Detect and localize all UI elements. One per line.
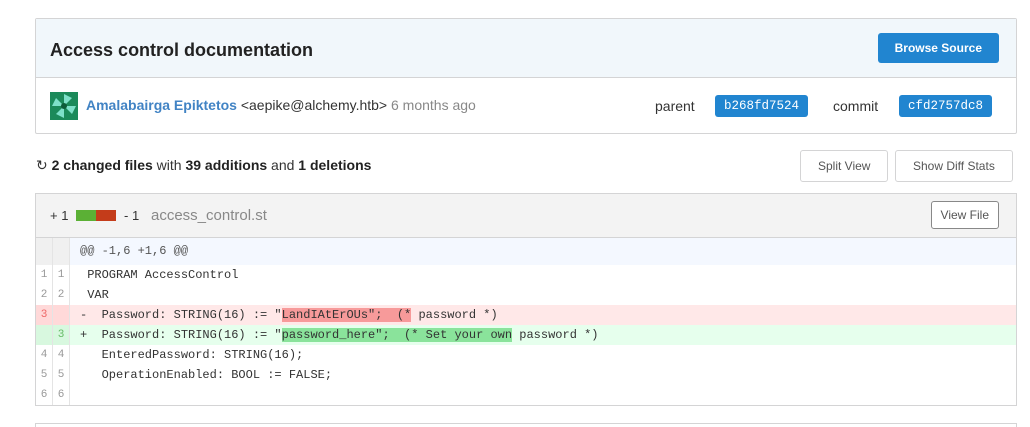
author-avatar[interactable]: [50, 92, 78, 120]
hunk-old-gutter: [36, 238, 53, 265]
author-name-link[interactable]: Amalabairga Epiktetos: [86, 97, 237, 113]
old-line-number[interactable]: 1: [36, 265, 53, 285]
diff-ratio-bar: [76, 210, 116, 221]
summary-with: with: [156, 157, 182, 173]
deletions-count: 1 deletions: [298, 157, 372, 173]
file-additions: + 1: [50, 208, 69, 223]
new-line-number[interactable]: 4: [53, 345, 70, 365]
deleted-highlight: LandIAtErOUs"; (*: [281, 308, 412, 322]
hunk-header-row: @@ -1,6 +1,6 @@: [36, 238, 1016, 265]
deleted-line: 3 - Password: STRING(16) := "LandIAtErOU…: [36, 305, 1016, 325]
diff-bar-added: [76, 210, 96, 221]
diff-line: 2 2 VAR: [36, 285, 1016, 305]
old-line-number: [36, 325, 53, 345]
added-highlight: password_here"; (* Set your own: [281, 328, 513, 342]
line-code: - Password: STRING(16) := "LandIAtErOUs"…: [70, 305, 1016, 325]
file-name[interactable]: access_control.st: [151, 207, 267, 224]
show-diff-stats-button[interactable]: Show Diff Stats: [895, 150, 1013, 182]
new-line-number[interactable]: 3: [53, 325, 70, 345]
line-prefix: - Password: STRING(16) := ": [80, 308, 282, 322]
changed-files-count: 2 changed files: [51, 157, 153, 173]
old-line-number[interactable]: 6: [36, 385, 53, 405]
diff-summary: ↻ 2 changed files with 39 additions and …: [36, 157, 371, 174]
line-code: OperationEnabled: BOOL := FALSE;: [80, 368, 333, 382]
diff-bar-deleted: [96, 210, 116, 221]
file-diff-box: + 1 - 1 access_control.st View File @@ -…: [35, 193, 1017, 406]
browse-source-button[interactable]: Browse Source: [877, 33, 999, 63]
file-deletions: - 1: [124, 208, 140, 223]
additions-count: 39 additions: [185, 157, 268, 173]
diff-refresh-icon: ↻: [36, 157, 48, 173]
next-file-diff-box: [35, 423, 1017, 427]
new-line-number[interactable]: 1: [53, 265, 70, 285]
commit-author-line: Amalabairga Epiktetos <aepike@alchemy.ht…: [86, 97, 476, 113]
commit-header-box: Access control documentation Browse Sour…: [35, 18, 1017, 134]
line-suffix: password *): [512, 328, 599, 342]
commit-title-bar: Access control documentation Browse Sour…: [36, 19, 1016, 78]
old-line-number[interactable]: 4: [36, 345, 53, 365]
added-line: 3 + Password: STRING(16) := "password_he…: [36, 325, 1016, 345]
line-code: + Password: STRING(16) := "password_here…: [70, 325, 1016, 345]
hunk-new-gutter: [53, 238, 70, 265]
old-line-number[interactable]: 5: [36, 365, 53, 385]
view-file-button[interactable]: View File: [930, 201, 999, 229]
parent-sha-button[interactable]: b268fd7524: [715, 95, 809, 117]
new-line-number[interactable]: 2: [53, 285, 70, 305]
old-line-number[interactable]: 2: [36, 285, 53, 305]
diff-line: 5 5 OperationEnabled: BOOL := FALSE;: [36, 365, 1016, 385]
line-code: VAR: [80, 288, 109, 302]
new-line-number: [53, 305, 70, 325]
new-line-number[interactable]: 6: [53, 385, 70, 405]
line-code: EnteredPassword: STRING(16);: [80, 348, 304, 362]
commit-time: 6 months ago: [390, 97, 476, 113]
commit-title: Access control documentation: [50, 40, 314, 60]
old-line-number[interactable]: 3: [36, 305, 53, 325]
hunk-header: @@ -1,6 +1,6 @@: [80, 244, 189, 258]
commit-label: commit: [833, 98, 879, 114]
diff-code: @@ -1,6 +1,6 @@ 1 1 PROGRAM AccessContro…: [36, 238, 1016, 405]
diff-line: 1 1 PROGRAM AccessControl: [36, 265, 1016, 285]
parent-label: parent: [655, 98, 695, 114]
line-prefix: + Password: STRING(16) := ": [80, 328, 282, 342]
new-line-number[interactable]: 5: [53, 365, 70, 385]
summary-and: and: [271, 157, 295, 173]
diff-line: 4 4 EnteredPassword: STRING(16);: [36, 345, 1016, 365]
line-code: [70, 385, 1016, 405]
author-email: <aepike@alchemy.htb>: [240, 97, 388, 113]
split-view-button[interactable]: Split View: [800, 150, 889, 182]
line-suffix: password *): [411, 308, 498, 322]
line-code: PROGRAM AccessControl: [80, 268, 239, 282]
diff-line: 6 6: [36, 385, 1016, 405]
commit-sha-button[interactable]: cfd2757dc8: [899, 95, 993, 117]
file-diff-header: + 1 - 1 access_control.st View File: [36, 194, 1016, 238]
